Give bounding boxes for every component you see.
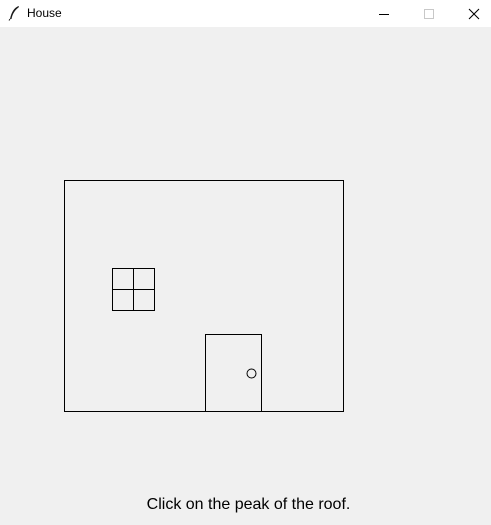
window-title: House	[27, 6, 62, 20]
house-door	[205, 334, 262, 412]
house-window	[112, 268, 155, 311]
house-body	[64, 180, 344, 412]
minimize-button[interactable]	[361, 0, 407, 27]
maximize-icon	[424, 8, 434, 19]
house-drawing[interactable]	[0, 27, 491, 525]
close-icon	[468, 8, 480, 19]
door-knob	[246, 368, 257, 379]
drawing-canvas[interactable]: Click on the peak of the roof.	[0, 27, 491, 525]
feather-icon	[8, 6, 19, 21]
close-button[interactable]	[451, 0, 491, 27]
minimize-icon	[379, 13, 389, 15]
title-bar[interactable]: House	[0, 0, 491, 27]
app-window: House Click on the peak of the roof.	[0, 0, 491, 525]
status-message: Click on the peak of the roof.	[146, 496, 351, 513]
maximize-button[interactable]	[406, 0, 452, 27]
